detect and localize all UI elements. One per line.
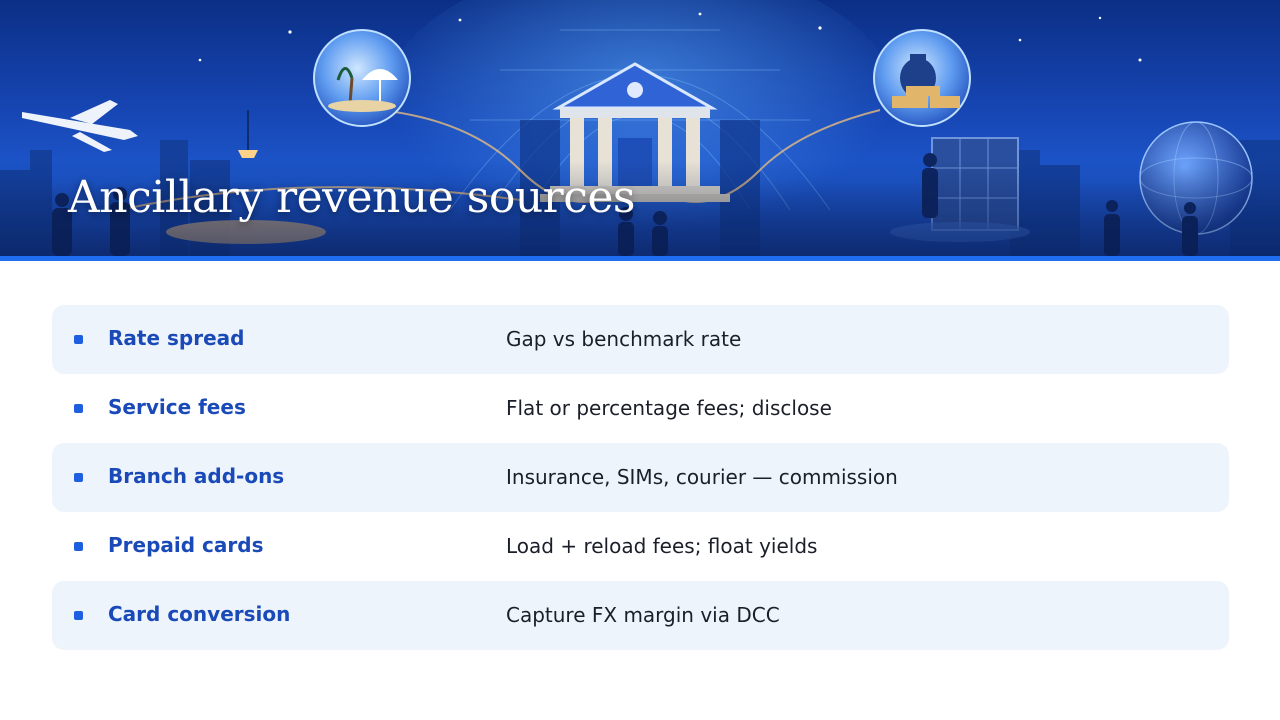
hero-banner: Ancillary revenue sources xyxy=(0,0,1280,256)
airplane-icon xyxy=(22,100,138,152)
list-item-label: Rate spread xyxy=(108,326,245,350)
list-item-label: Card conversion xyxy=(108,602,291,626)
page-title: Ancillary revenue sources xyxy=(68,172,635,223)
list-item-service-fees: Service fees Flat or percentage fees; di… xyxy=(52,374,1229,443)
list-item-label: Service fees xyxy=(108,395,246,419)
list-item-prepaid-cards: Prepaid cards Load + reload fees; float … xyxy=(52,512,1229,581)
bullet-icon xyxy=(74,404,83,413)
bullet-icon xyxy=(74,335,83,344)
list-item-description: Gap vs benchmark rate xyxy=(506,327,742,351)
bullet-icon xyxy=(74,473,83,482)
list-item-label: Prepaid cards xyxy=(108,533,264,557)
revenue-source-list: Rate spread Gap vs benchmark rate Servic… xyxy=(52,305,1229,650)
list-item-card-conversion: Card conversion Capture FX margin via DC… xyxy=(52,581,1229,650)
list-item-description: Flat or percentage fees; disclose xyxy=(506,396,832,420)
accent-divider xyxy=(0,256,1280,261)
money-bag-icon xyxy=(873,29,971,127)
list-item-rate-spread: Rate spread Gap vs benchmark rate xyxy=(52,305,1229,374)
beach-umbrella-icon xyxy=(313,29,411,127)
list-item-label: Branch add-ons xyxy=(108,464,285,488)
list-item-description: Capture FX margin via DCC xyxy=(506,603,780,627)
list-item-description: Load + reload fees; float yields xyxy=(506,534,818,558)
list-item-description: Insurance, SIMs, courier — commission xyxy=(506,465,898,489)
list-item-branch-add-ons: Branch add-ons Insurance, SIMs, courier … xyxy=(52,443,1229,512)
bullet-icon xyxy=(74,542,83,551)
bullet-icon xyxy=(74,611,83,620)
